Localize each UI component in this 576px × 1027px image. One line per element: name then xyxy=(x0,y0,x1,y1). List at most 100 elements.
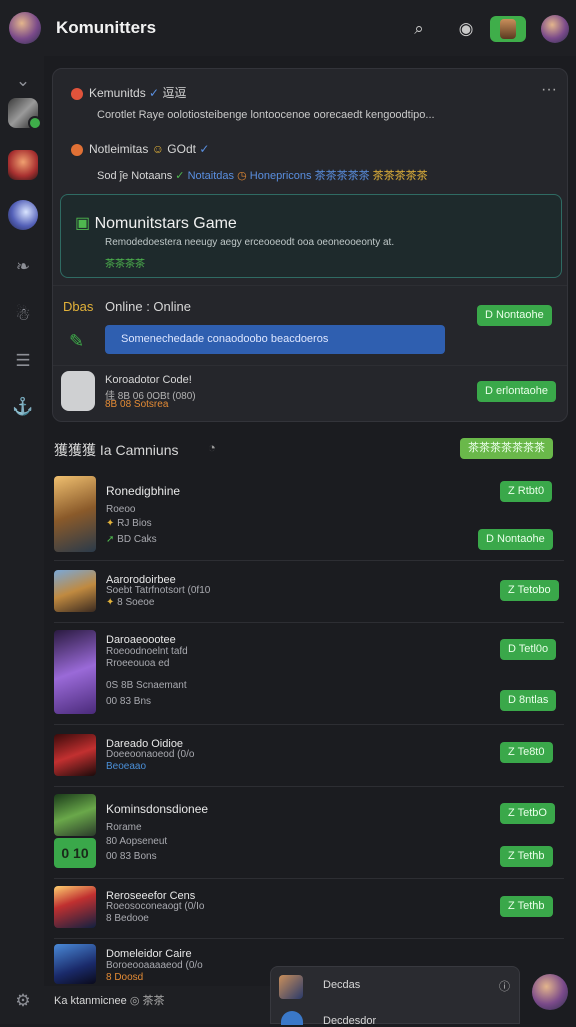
top-bar: Komunitters ⌕ ◉ xyxy=(0,0,576,56)
game-button[interactable]: Z Rtbt0 xyxy=(500,481,553,502)
pin-icon[interactable]: ⚓ xyxy=(8,392,38,422)
game-rank-badge: 0 10 xyxy=(54,838,96,868)
leaf-icon[interactable]: ❧ xyxy=(8,252,38,282)
game-button[interactable]: D 8ntlas xyxy=(500,690,557,711)
profile-avatar[interactable] xyxy=(541,15,569,43)
verified-icon: ✓ xyxy=(149,86,163,100)
game-button[interactable]: Z Tethb xyxy=(500,896,553,917)
game-sub: ➚ BD Caks xyxy=(106,534,157,545)
online-button[interactable]: D Nontaohe xyxy=(477,305,552,326)
post-header: Kemunitds ✓ 逗逗 xyxy=(71,84,186,101)
section-badge[interactable]: 茶茶茶茶茶茶茶 xyxy=(460,438,553,459)
profile-button[interactable]: D erlontaohe xyxy=(477,381,556,402)
game-sub: ✦ 8 Soeoe xyxy=(106,597,154,608)
pencil-icon[interactable]: ✎ xyxy=(69,331,84,352)
featured-title: ▣ Nomunitstars Game xyxy=(75,213,237,233)
game-sub: Roeosoconeaogt (0/Io xyxy=(106,901,205,912)
post-link-2[interactable]: Honepricons xyxy=(250,170,312,182)
game-sub: 00 83 Bns xyxy=(106,696,152,707)
game-name[interactable]: Kominsdonsdionee xyxy=(106,802,208,816)
divider xyxy=(53,285,567,286)
status-dot-icon xyxy=(71,87,83,100)
game-button[interactable]: Z Te8t0 xyxy=(500,742,553,763)
online-badge-icon xyxy=(28,116,42,130)
game-button[interactable]: Z Tethb xyxy=(500,846,553,867)
game-thumb-1[interactable] xyxy=(54,476,96,552)
game-thumb-5[interactable] xyxy=(54,794,96,836)
post-link-3[interactable]: 茶茶茶茶茶 xyxy=(315,170,370,182)
game-sub: 0S 8B Scnaemant xyxy=(106,680,187,691)
divider xyxy=(54,878,564,879)
game-button[interactable]: D Nontaohe xyxy=(478,529,553,550)
divider xyxy=(54,938,564,939)
post-tag: GOdt xyxy=(167,142,196,156)
post-meta-label: Sod ̃je Notaans xyxy=(97,170,173,182)
search-icon[interactable]: ⌕ xyxy=(408,18,430,40)
check-icon: ✓ xyxy=(175,170,188,182)
ghost-icon[interactable]: ☃ xyxy=(8,300,38,330)
chevron-down-icon[interactable]: ⌄ xyxy=(8,66,38,96)
info-icon[interactable]: ⓘ xyxy=(499,978,510,994)
bottom-label: Ka ktanmicnee ◎ 茶茶 xyxy=(54,992,165,1008)
sidebar-game-3[interactable] xyxy=(8,200,38,230)
divider xyxy=(54,786,564,787)
active-game-button[interactable] xyxy=(490,16,526,42)
game-sub: 8 Doosd xyxy=(106,972,144,983)
clock-icon: ◷ xyxy=(237,170,250,182)
featured-game-card[interactable]: ▣ Nomunitstars Game Remodedoestera neeug… xyxy=(60,194,562,278)
game-button[interactable]: Z Tetobo xyxy=(500,580,559,601)
divider xyxy=(54,622,564,623)
online-status: Online : Online xyxy=(105,299,191,314)
game-sub: ✦ RJ Bios xyxy=(106,518,152,529)
user-avatar[interactable] xyxy=(9,12,41,44)
sidebar-game-1[interactable] xyxy=(8,98,42,130)
featured-tag: 茶茶茶茶 xyxy=(105,259,145,270)
game-thumb-6[interactable] xyxy=(54,886,96,928)
game-button[interactable]: D Tetl0o xyxy=(500,639,557,660)
game-thumb-3[interactable] xyxy=(54,630,96,714)
compass-icon[interactable]: ◉ xyxy=(455,18,477,40)
post-link-4[interactable]: 茶茶茶茶茶 xyxy=(373,170,428,182)
game-name[interactable]: Daroaeoootee xyxy=(106,634,176,646)
post-author[interactable]: Kemunitds xyxy=(89,86,146,100)
online-prefix: Dbas xyxy=(63,299,94,314)
settings-icon[interactable]: ⚙ xyxy=(8,986,38,1016)
post-header-2: Notleimitas ☺ GOdt ✓ xyxy=(71,142,209,156)
bottom-bar: Ka ktanmicnee ◎ 茶茶 xyxy=(44,986,270,1024)
popup-thumb-icon xyxy=(279,975,303,999)
game-thumb-4[interactable] xyxy=(54,734,96,776)
post-author-2[interactable]: Notleimitas xyxy=(89,142,148,156)
game-sub-text: BD Caks xyxy=(117,534,157,545)
popup-item-2[interactable]: Decdesdor xyxy=(323,1015,376,1027)
game-thumb-2[interactable] xyxy=(54,570,96,612)
game-button[interactable]: Z TetbO xyxy=(500,803,555,824)
divider-2 xyxy=(53,365,567,366)
sidebar-game-2[interactable] xyxy=(8,150,38,180)
profile-name[interactable]: Koroadotor Code! xyxy=(105,374,192,386)
sidebar: ⌄ ❧ ☃ ☰ ⚓ ⚙ xyxy=(0,56,44,1024)
game-sub: Soebt Tatrfnotsort (0f10 xyxy=(106,585,211,596)
game-sub: 80 Aopseneut xyxy=(106,836,168,847)
circle-icon: ◎ xyxy=(129,995,140,1007)
bottom-label-text: Ka ktanmicnee xyxy=(54,995,127,1007)
bottom-popup[interactable]: Decdas ⓘ Decdesdor xyxy=(270,966,520,1027)
verified-icon-2: ✓ xyxy=(195,142,210,156)
game-sub: Rorame xyxy=(106,822,142,833)
game-sub: Boroeooaaaaeod (0/o xyxy=(106,960,203,971)
more-icon[interactable]: ··· xyxy=(541,81,557,99)
info-icon[interactable]: ◔ xyxy=(208,440,216,455)
document-icon[interactable]: ☰ xyxy=(8,346,38,376)
game-sub: Roeoo xyxy=(106,504,136,515)
game-name[interactable]: Ronedigbhine xyxy=(106,484,180,498)
post-link-1[interactable]: Notaitdas xyxy=(188,170,234,182)
game-sub: 8 Bedooe xyxy=(106,913,149,924)
divider xyxy=(54,724,564,725)
featured-desc: Remodedoestera neeugy aegy erceooeodt oo… xyxy=(105,237,395,248)
popup-thumb-icon-2 xyxy=(281,1011,303,1025)
chat-avatar[interactable] xyxy=(532,974,568,1010)
game-name[interactable]: Domeleidor Caire xyxy=(106,948,192,960)
game-thumb-7[interactable] xyxy=(54,944,96,984)
trophy-icon: ✦ xyxy=(106,597,118,608)
search-field[interactable]: Somenechedade conaodoobo beacdoeros xyxy=(105,325,445,354)
popup-item-1[interactable]: Decdas xyxy=(323,979,360,991)
